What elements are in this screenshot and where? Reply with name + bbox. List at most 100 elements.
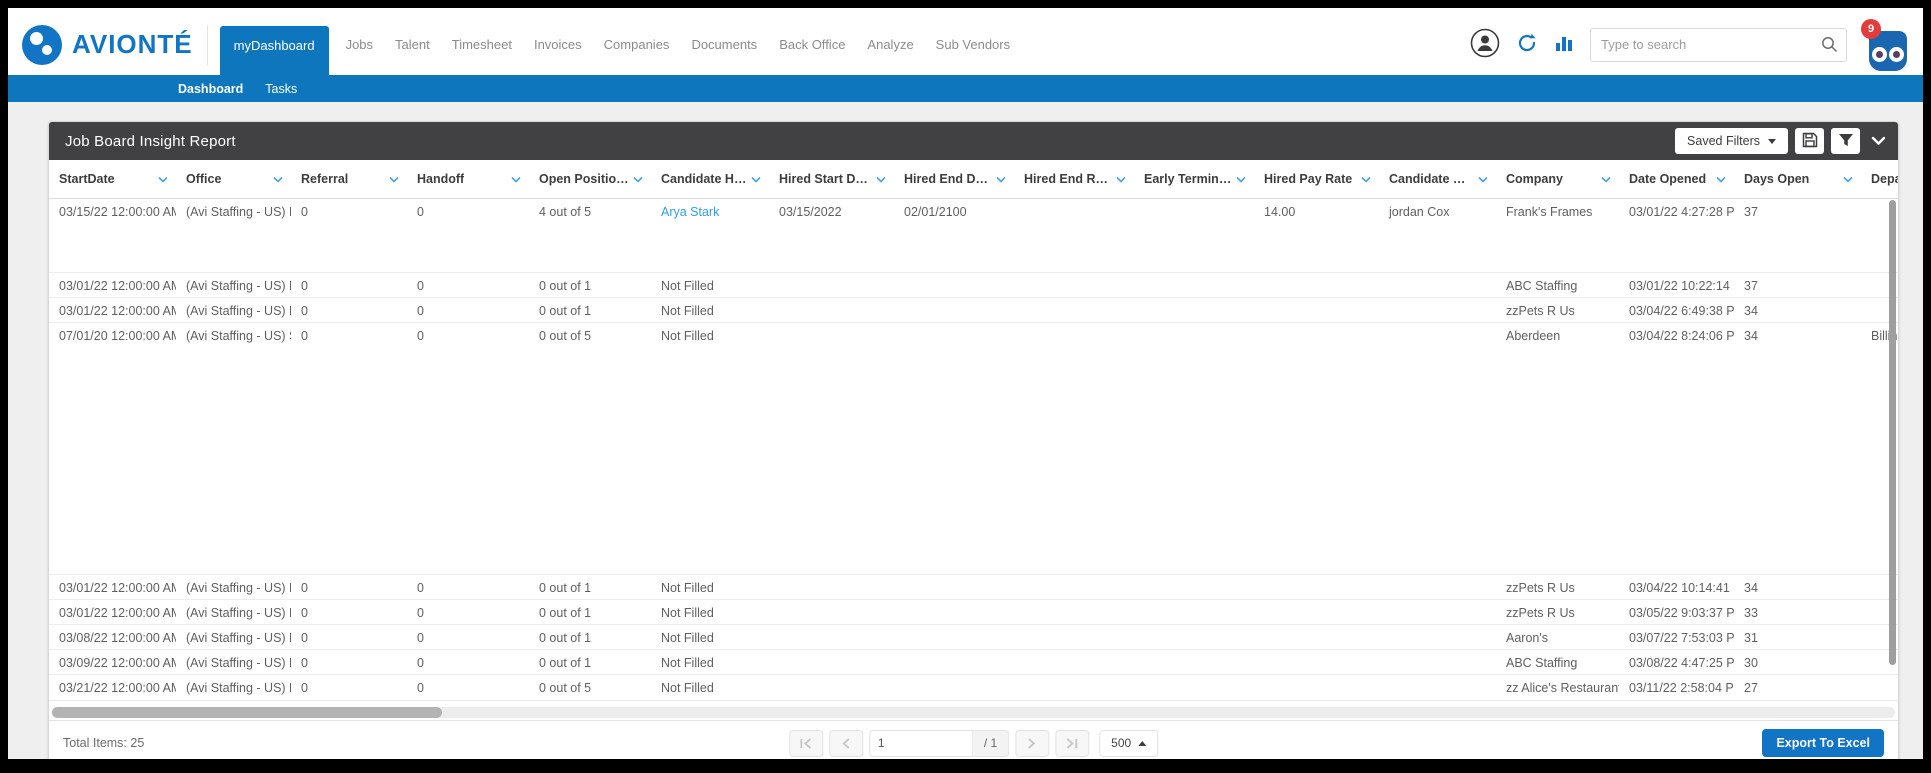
column-header-candidate_rep[interactable]: Candidate Rep — [1379, 160, 1496, 198]
refresh-button[interactable] — [1516, 32, 1538, 57]
nav-item-jobs[interactable]: Jobs — [335, 37, 384, 52]
column-header-start_date[interactable]: StartDate — [49, 160, 176, 198]
search-icon[interactable] — [1821, 36, 1838, 58]
saved-filters-button[interactable]: Saved Filters — [1675, 128, 1788, 154]
cell-hired_end_date — [894, 625, 1014, 649]
sort-chevron-icon[interactable] — [1236, 176, 1246, 183]
column-header-department[interactable]: Department — [1861, 160, 1898, 198]
vertical-scrollbar-thumb[interactable] — [1889, 200, 1896, 665]
cell-candidate_rep — [1379, 625, 1496, 649]
nav-item-mydashboard[interactable]: myDashboard — [220, 26, 329, 75]
sort-chevron-icon[interactable] — [1116, 176, 1126, 183]
cell-early_termination_reason — [1134, 273, 1254, 297]
cell-days_open: 37 — [1734, 199, 1861, 272]
last-page-button[interactable] — [1055, 730, 1089, 757]
cell-hired_end_date — [894, 675, 1014, 700]
cell-company: zzPets R Us — [1496, 600, 1619, 624]
column-header-office[interactable]: Office — [176, 160, 291, 198]
sort-chevron-icon[interactable] — [389, 176, 399, 183]
filter-button[interactable] — [1831, 128, 1860, 154]
sort-chevron-icon[interactable] — [633, 176, 643, 183]
saved-filters-label: Saved Filters — [1687, 134, 1760, 148]
column-header-hired_start_date[interactable]: Hired Start Date — [769, 160, 894, 198]
cell-company: ABC Staffing — [1496, 273, 1619, 297]
cell-candidate_hired[interactable]: Arya Stark — [651, 199, 769, 272]
cell-hired_pay_rate — [1254, 273, 1379, 297]
nav-item-talent[interactable]: Talent — [384, 37, 441, 52]
page-size-select[interactable]: 500 — [1099, 730, 1158, 757]
table-row[interactable]: 07/01/20 12:00:00 AM(Avi Staffing - US) … — [49, 323, 1898, 575]
cell-company: Frank's Frames — [1496, 199, 1619, 272]
page-title: Job Board Insight Report — [65, 133, 236, 150]
export-to-excel-button[interactable]: Export To Excel — [1762, 729, 1884, 757]
table-row[interactable]: 03/08/22 12:00:00 AM(Avi Staffing - US) … — [49, 625, 1898, 650]
column-header-handoff[interactable]: Handoff — [407, 160, 529, 198]
subnav-item-dashboard[interactable]: Dashboard — [178, 82, 243, 96]
table-row[interactable]: 03/15/22 12:00:00 AM(Avi Staffing - US) … — [49, 199, 1898, 273]
column-label: Hired Pay Rate — [1264, 172, 1352, 186]
table-row[interactable]: 03/21/22 12:00:00 AM(Avi Staffing - US) … — [49, 675, 1898, 700]
cell-candidate_hired: Not Filled — [651, 273, 769, 297]
table-row[interactable]: 03/01/22 12:00:00 AM(Avi Staffing - US) … — [49, 575, 1898, 600]
collapse-panel-button[interactable] — [1871, 136, 1886, 146]
sort-chevron-icon[interactable] — [1716, 176, 1726, 183]
nav-item-back-office[interactable]: Back Office — [768, 37, 856, 52]
nav-item-sub-vendors[interactable]: Sub Vendors — [925, 37, 1021, 52]
first-page-button[interactable] — [789, 730, 823, 757]
previous-page-button[interactable] — [829, 730, 863, 757]
save-filter-button[interactable] — [1795, 128, 1824, 154]
sort-chevron-icon[interactable] — [751, 176, 761, 183]
notification-badge[interactable]: 9 — [1861, 19, 1881, 39]
nav-item-invoices[interactable]: Invoices — [523, 37, 593, 52]
cell-handoff: 0 — [407, 625, 529, 649]
next-page-button[interactable] — [1015, 730, 1049, 757]
cell-candidate_rep — [1379, 675, 1496, 700]
assistant-owl-avatar[interactable]: 9 — [1863, 23, 1909, 71]
column-header-hired_end_date[interactable]: Hired End Date — [894, 160, 1014, 198]
data-grid: StartDateOfficeReferralHandoffOpen Posit… — [49, 160, 1898, 718]
nav-item-timesheet[interactable]: Timesheet — [441, 37, 523, 52]
column-header-referral[interactable]: Referral — [291, 160, 407, 198]
cell-hired_end_date — [894, 298, 1014, 322]
column-header-days_open[interactable]: Days Open — [1734, 160, 1861, 198]
column-header-date_opened[interactable]: Date Opened — [1619, 160, 1734, 198]
nav-item-companies[interactable]: Companies — [593, 37, 681, 52]
column-header-open_positions[interactable]: Open Positions — [529, 160, 651, 198]
analytics-button[interactable] — [1554, 33, 1574, 56]
sort-chevron-icon[interactable] — [876, 176, 886, 183]
cell-open_positions: 4 out of 5 — [529, 199, 651, 272]
bar-chart-icon — [1554, 33, 1574, 56]
nav-item-analyze[interactable]: Analyze — [856, 37, 924, 52]
sort-chevron-icon[interactable] — [1361, 176, 1371, 183]
sort-chevron-icon[interactable] — [158, 176, 168, 183]
sort-chevron-icon[interactable] — [996, 176, 1006, 183]
search-input[interactable] — [1590, 28, 1847, 62]
table-row[interactable]: 03/09/22 12:00:00 AM(Avi Staffing - US) … — [49, 650, 1898, 675]
brand-logo[interactable]: AVIONTÉ — [22, 25, 193, 65]
table-row[interactable]: 03/01/22 12:00:00 AM(Avi Staffing - US) … — [49, 600, 1898, 625]
column-header-hired_pay_rate[interactable]: Hired Pay Rate — [1254, 160, 1379, 198]
vertical-scrollbar[interactable] — [1889, 200, 1896, 700]
sort-chevron-icon[interactable] — [1843, 176, 1853, 183]
cell-start_date: 03/01/22 12:00:00 AM — [49, 298, 176, 322]
page-number-input[interactable] — [869, 730, 973, 757]
subnav-item-tasks[interactable]: Tasks — [265, 82, 297, 96]
table-row[interactable]: 03/01/22 12:00:00 AM(Avi Staffing - US) … — [49, 273, 1898, 298]
column-header-early_termination_reason[interactable]: Early Termination Re... — [1134, 160, 1254, 198]
cell-start_date: 03/21/22 12:00:00 AM — [49, 675, 176, 700]
column-header-candidate_hired[interactable]: Candidate Hired — [651, 160, 769, 198]
user-profile-button[interactable] — [1470, 28, 1500, 61]
sort-chevron-icon[interactable] — [273, 176, 283, 183]
cell-hired_pay_rate — [1254, 650, 1379, 674]
column-header-company[interactable]: Company — [1496, 160, 1619, 198]
cell-hired_end_reason — [1014, 323, 1134, 574]
sort-chevron-icon[interactable] — [1601, 176, 1611, 183]
cell-handoff: 0 — [407, 323, 529, 574]
horizontal-scrollbar-thumb[interactable] — [52, 707, 442, 718]
column-header-hired_end_reason[interactable]: Hired End Reason — [1014, 160, 1134, 198]
sort-chevron-icon[interactable] — [1478, 176, 1488, 183]
horizontal-scrollbar[interactable] — [52, 707, 1895, 718]
table-row[interactable]: 03/01/22 12:00:00 AM(Avi Staffing - US) … — [49, 298, 1898, 323]
sort-chevron-icon[interactable] — [511, 176, 521, 183]
nav-item-documents[interactable]: Documents — [680, 37, 768, 52]
